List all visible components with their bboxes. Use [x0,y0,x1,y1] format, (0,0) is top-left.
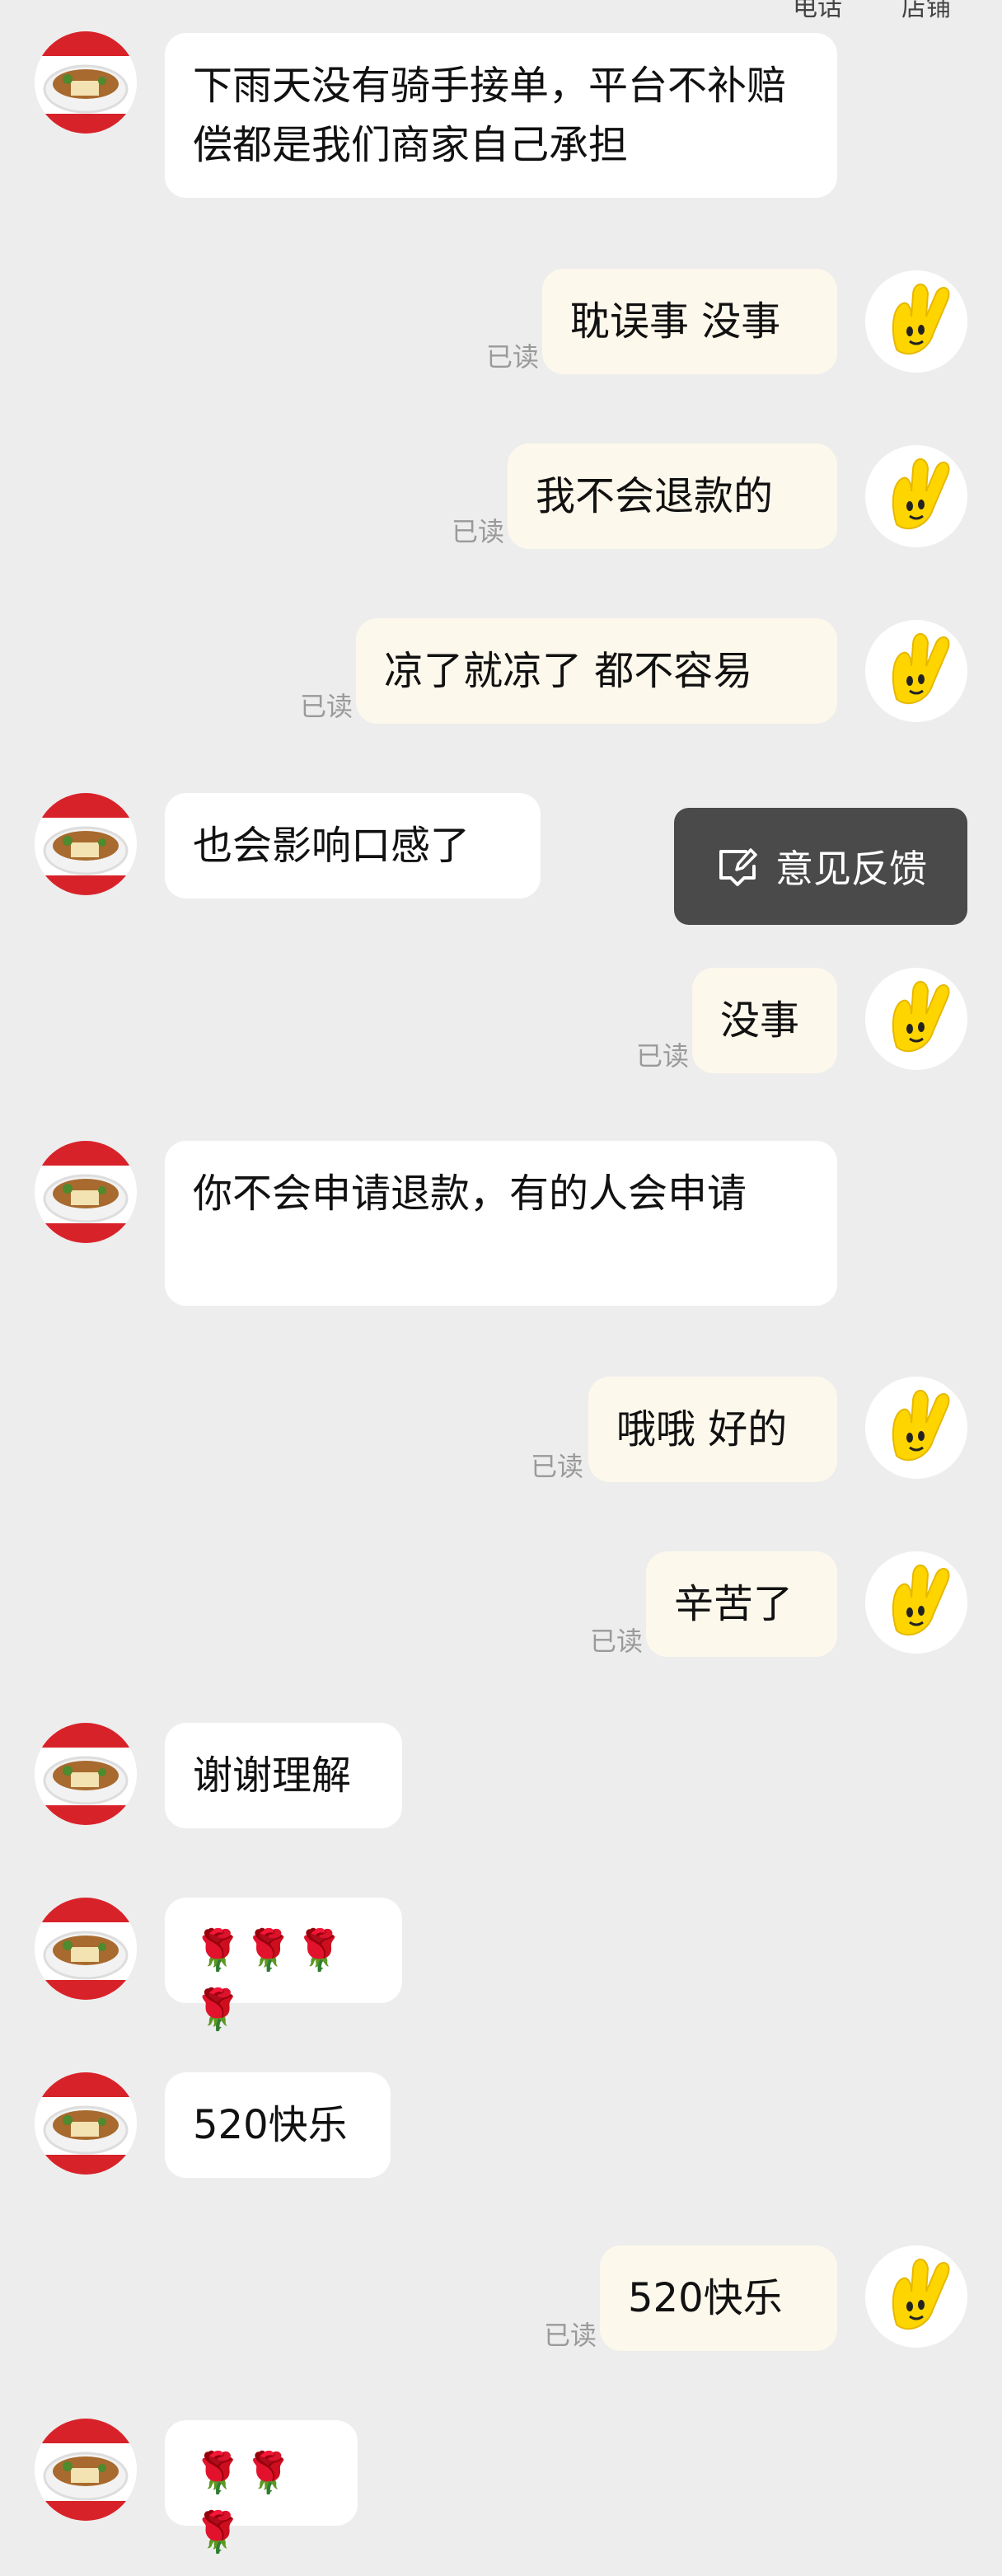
shop-avatar[interactable] [35,1898,137,2000]
read-status: 已读 [486,341,540,373]
feedback-label: 意见反馈 [775,847,927,891]
incoming-bubble[interactable]: 520快乐 [165,2072,391,2178]
shop-avatar[interactable] [35,31,137,134]
outgoing-bubble[interactable]: 凉了就凉了 都不容易 [356,618,837,724]
incoming-bubble[interactable]: 你不会申请退款，有的人会申请 [165,1141,837,1306]
mascot-avatar-icon [865,1551,967,1654]
user-avatar[interactable] [865,270,967,373]
mascot-avatar-icon [865,1377,967,1479]
outgoing-bubble[interactable]: 520快乐 [600,2245,837,2351]
shop-link[interactable]: 店铺 [901,0,951,23]
mascot-avatar-icon [865,2245,967,2348]
shop-avatar[interactable] [35,2072,137,2175]
incoming-bubble[interactable]: 🌹🌹🌹 [165,2420,358,2555]
read-status: 已读 [300,691,354,722]
mascot-avatar-icon [865,968,967,1070]
top-bar: 电话 店铺 [0,0,1002,23]
read-status: 已读 [452,516,505,547]
outgoing-bubble[interactable]: 没事 [692,968,837,1073]
phone-link[interactable]: 电话 [793,0,842,23]
feedback-button[interactable]: 意见反馈 [674,808,967,925]
user-avatar[interactable] [865,1551,967,1654]
read-status: 已读 [544,2320,597,2351]
mascot-avatar-icon [865,620,967,722]
read-status: 已读 [590,1626,644,1657]
shop-avatar-icon [35,1141,137,1243]
user-avatar[interactable] [865,2245,967,2348]
user-avatar[interactable] [865,620,967,722]
feedback-icon [719,848,757,886]
outgoing-bubble[interactable]: 辛苦了 [646,1551,837,1657]
shop-avatar-icon [35,1723,137,1825]
mascot-avatar-icon [865,270,967,373]
incoming-bubble[interactable]: 谢谢理解 [165,1723,402,1828]
shop-avatar[interactable] [35,793,137,895]
shop-avatar-icon [35,793,137,895]
mascot-avatar-icon [865,445,967,547]
incoming-bubble[interactable]: 🌹🌹🌹🌹 [165,1898,402,2033]
user-avatar[interactable] [865,445,967,547]
shop-avatar[interactable] [35,1723,137,1825]
outgoing-bubble[interactable]: 耽误事 没事 [542,269,837,374]
shop-avatar[interactable] [35,2419,137,2521]
shop-avatar-icon [35,2072,137,2175]
user-avatar[interactable] [865,1377,967,1479]
outgoing-bubble[interactable]: 哦哦 好的 [588,1377,837,1482]
shop-avatar[interactable] [35,1141,137,1243]
incoming-bubble[interactable]: 下雨天没有骑手接单，平台不补赔偿都是我们商家自己承担 [165,33,837,198]
read-status: 已读 [531,1451,584,1482]
shop-avatar-icon [35,2419,137,2521]
shop-avatar-icon [35,1898,137,2000]
incoming-bubble[interactable]: 也会影响口感了 [165,793,541,899]
shop-avatar-icon [35,31,137,134]
read-status: 已读 [636,1040,690,1072]
user-avatar[interactable] [865,968,967,1070]
outgoing-bubble[interactable]: 我不会退款的 [508,443,837,549]
